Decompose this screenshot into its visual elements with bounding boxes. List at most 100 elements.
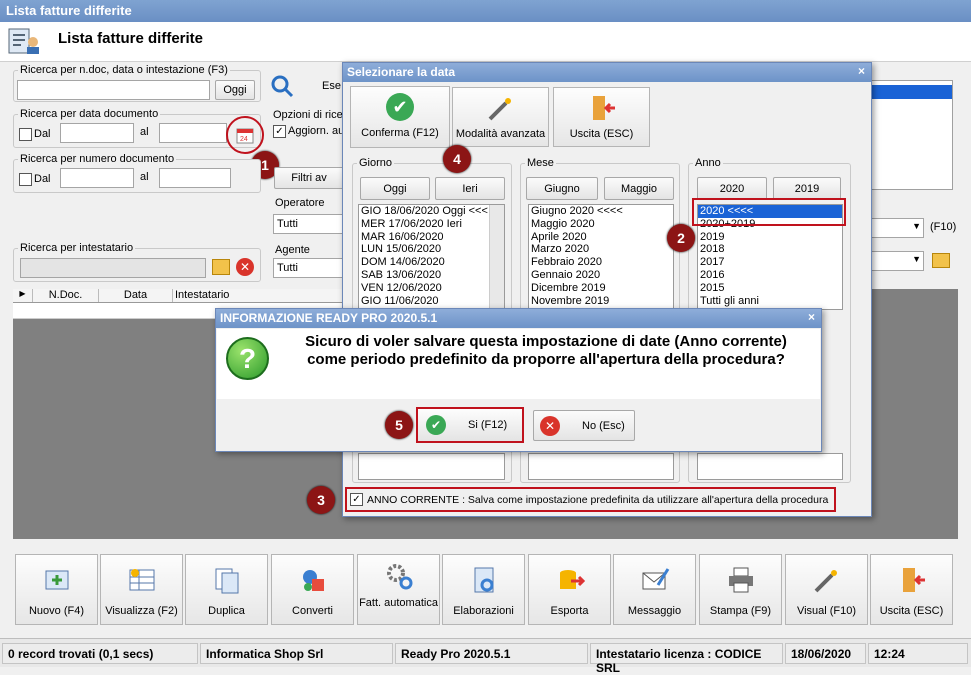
list-item: Novembre 2019	[531, 294, 610, 307]
mese-giugno-button[interactable]: Giugno	[526, 177, 598, 200]
giorno-list[interactable]: GIO 18/06/2020 Oggi <<< MER 17/06/2020 I…	[358, 204, 505, 310]
date-to-input[interactable]	[159, 123, 227, 143]
magic-wand-icon	[814, 570, 837, 593]
col-data: Data	[99, 289, 173, 302]
clear-icon[interactable]: ✕	[236, 258, 254, 276]
message-icon	[642, 568, 669, 590]
uscita-button[interactable]: Uscita (ESC)	[870, 554, 953, 625]
cancel-icon: ✕	[540, 415, 560, 436]
list-item: 2015	[700, 281, 725, 294]
list-item: VEN 12/06/2020	[361, 281, 442, 294]
export-icon	[559, 570, 585, 589]
messaggio-button[interactable]: Messaggio	[613, 554, 696, 625]
magic-wand-icon	[488, 98, 511, 121]
duplica-button[interactable]: Duplica	[185, 554, 268, 625]
anno-corrente-checkbox[interactable]: ✓	[350, 493, 363, 506]
close-icon[interactable]: ×	[858, 64, 865, 78]
conferma-button[interactable]: ✔ Conferma (F12)	[350, 86, 450, 148]
anno-corrente-row[interactable]: ✓ ANNO CORRENTE : Salva come impostazion…	[345, 487, 836, 512]
convert-icon	[302, 570, 324, 591]
converti-button[interactable]: Converti	[271, 554, 354, 625]
check-icon: ✔	[386, 93, 414, 121]
col-ndoc: N.Doc.	[33, 289, 99, 302]
grid-header: ▶ N.Doc. Data Intestatario	[13, 289, 343, 303]
step-badge-3: 3	[307, 486, 335, 514]
mese-list[interactable]: Giugno 2020 <<<< Maggio 2020 Aprile 2020…	[528, 204, 674, 310]
right-list[interactable]	[868, 80, 953, 190]
search-input[interactable]	[17, 80, 210, 100]
step-badge-2: 2	[667, 224, 695, 252]
right-select-2[interactable]: ▼	[868, 251, 924, 271]
status-bar: 0 record trovati (0,1 secs) Informatica …	[0, 638, 971, 675]
list-item: MER 17/06/2020 Ieri	[361, 217, 462, 230]
processing-icon	[474, 567, 493, 593]
printer-icon	[728, 567, 753, 593]
opzioni-label: Opzioni di ricer	[273, 109, 347, 121]
exit-door-icon	[902, 568, 925, 592]
anno-2020-button[interactable]: 2020	[697, 177, 767, 200]
anno-highlight	[692, 198, 846, 226]
folder-icon[interactable]	[212, 259, 230, 275]
fatt-automatica-button[interactable]: Fatt. automatica	[357, 554, 440, 625]
new-document-icon	[45, 570, 68, 590]
right-folder-icon[interactable]	[932, 253, 950, 268]
info-close-icon[interactable]: ×	[808, 310, 815, 324]
mese-maggio-button[interactable]: Maggio	[604, 177, 674, 200]
list-item: DOM 14/06/2020	[361, 256, 445, 269]
dal-number-checkbox[interactable]	[19, 173, 32, 186]
giorno-oggi-button[interactable]: Oggi	[360, 177, 430, 200]
avanzata-button[interactable]: Modalità avanzata	[452, 87, 549, 147]
giorno-scrollbar[interactable]	[489, 205, 504, 309]
elaborazioni-button[interactable]: Elaborazioni	[442, 554, 525, 625]
intestatario-group: Ricerca per intestatario ✕	[13, 242, 261, 282]
date-search-group: Ricerca per data documento Dal al	[13, 108, 261, 148]
list-item: 2018	[700, 243, 725, 256]
si-button[interactable]: ✔ Si (F12)	[416, 407, 524, 443]
status-date: 18/06/2020	[785, 643, 866, 664]
number-to-input[interactable]	[159, 168, 231, 188]
svg-text:24: 24	[240, 136, 248, 143]
mese-list-bottom	[528, 453, 674, 480]
list-item: GIO 11/06/2020	[361, 294, 439, 307]
stampa-button[interactable]: Stampa (F9)	[699, 554, 782, 625]
operatore-select[interactable]: Tutti	[273, 214, 343, 234]
anno-2019-button[interactable]: 2019	[773, 177, 841, 200]
right-select-1[interactable]: ▼	[868, 218, 924, 238]
gear-icon	[386, 564, 412, 590]
search-magnifier-icon[interactable]	[270, 74, 294, 98]
duplicate-icon	[215, 568, 238, 594]
search-group: Ricerca per n.doc, data o intestazione (…	[13, 64, 261, 102]
filtri-button[interactable]: Filtri av	[274, 167, 344, 189]
nuovo-button[interactable]: Nuovo (F4)	[15, 554, 98, 625]
list-item: Marzo 2020	[531, 243, 590, 256]
calendar-button[interactable]: 24	[226, 116, 264, 154]
step-badge-5: 5	[385, 411, 413, 439]
step-badge-4: 4	[443, 145, 471, 173]
list-item: Febbraio 2020	[531, 256, 602, 269]
uscita-dialog-button[interactable]: Uscita (ESC)	[553, 87, 650, 147]
exit-door-icon	[592, 96, 615, 120]
oggi-button[interactable]: Oggi	[215, 80, 255, 100]
list-item: Maggio 2020	[531, 217, 595, 230]
list-app-icon	[7, 26, 41, 56]
date-from-input[interactable]	[60, 123, 134, 143]
agente-select[interactable]: Tutti	[273, 258, 343, 278]
visualizza-button[interactable]: Visualizza (F2)	[100, 554, 183, 625]
giorno-list-bottom	[358, 453, 505, 480]
list-item: Tutti gli anni	[700, 294, 759, 307]
info-dialog: INFORMAZIONE READY PRO 2020.5.1 × ? Sicur…	[215, 308, 822, 452]
list-item: SAB 13/06/2020	[361, 268, 442, 281]
status-company: Informatica Shop Srl	[200, 643, 393, 664]
dal-checkbox[interactable]	[19, 128, 32, 141]
list-item: Gennaio 2020	[531, 268, 601, 281]
visual-button[interactable]: Visual (F10)	[785, 554, 868, 625]
giorno-ieri-button[interactable]: Ieri	[435, 177, 505, 200]
question-icon: ?	[226, 337, 269, 380]
list-item: 2019	[700, 230, 725, 243]
page-title: Lista fatture differite	[58, 30, 204, 47]
number-from-input[interactable]	[60, 168, 134, 188]
no-button[interactable]: ✕ No (Esc)	[533, 410, 635, 441]
esporta-button[interactable]: Esporta	[528, 554, 611, 625]
aggiorn-checkbox[interactable]: ✓	[273, 125, 286, 138]
info-message: Sicuro di voler salvare questa impostazi…	[305, 333, 787, 368]
